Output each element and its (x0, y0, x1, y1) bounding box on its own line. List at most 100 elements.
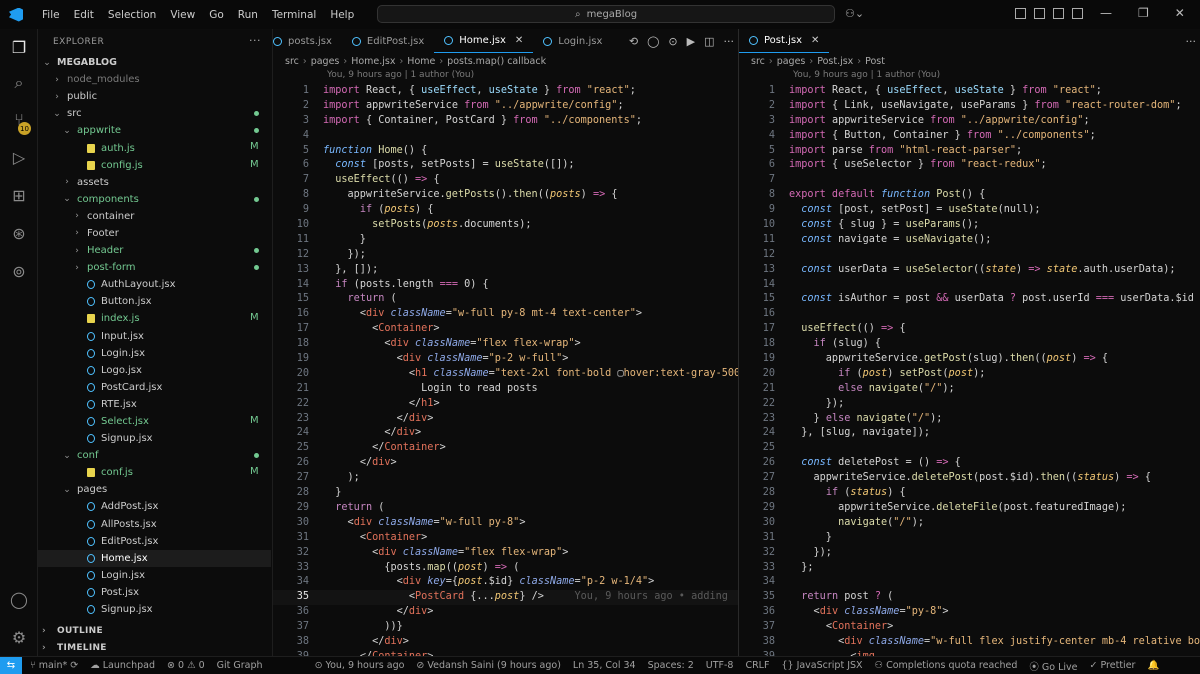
breadcrumb-item[interactable]: src (751, 56, 765, 67)
branch-status[interactable]: ⑂ main* ⟳ (30, 660, 78, 671)
search-icon[interactable]: ⌕ (9, 73, 29, 93)
timeline-nav-icon[interactable]: ⟲ (629, 35, 638, 48)
file-item[interactable]: conf.js M (38, 464, 271, 481)
close-icon[interactable]: ✕ (1175, 6, 1185, 20)
close-icon[interactable]: ✕ (515, 35, 523, 46)
git-graph-icon[interactable]: ⊛ (9, 223, 29, 243)
timeline-section[interactable]: › TIMELINE (38, 639, 107, 656)
layout-toggle-icon[interactable] (1015, 8, 1026, 19)
breadcrumb-item[interactable]: posts.map() callback (447, 56, 546, 67)
go-live-status[interactable]: ⦿ Go Live (1029, 659, 1077, 673)
file-item[interactable]: config.js M (38, 157, 271, 174)
prettier-status[interactable]: ✓ Prettier (1090, 660, 1136, 671)
eol-status[interactable]: CRLF (745, 660, 769, 671)
folder-item[interactable]: › public (38, 88, 271, 105)
problems-status[interactable]: ⊗ 0 ⚠ 0 (167, 660, 205, 671)
breadcrumb-item[interactable]: Home (407, 56, 435, 67)
menu-help[interactable]: Help (323, 9, 361, 21)
folder-item[interactable]: ⌄ conf (38, 447, 271, 464)
file-item[interactable]: AddPost.jsx (38, 498, 271, 515)
file-item[interactable]: AuthLayout.jsx (38, 276, 271, 293)
git-graph-status[interactable]: Git Graph (217, 660, 263, 671)
file-item[interactable]: Button.jsx (38, 293, 271, 310)
folder-item[interactable]: › assets (38, 174, 271, 191)
file-item[interactable]: Login.jsx (38, 567, 271, 584)
restore-icon[interactable]: ❐ (1138, 6, 1149, 20)
more-actions-icon[interactable]: ··· (1186, 35, 1197, 48)
breadcrumb-item[interactable]: Post.jsx (817, 56, 853, 67)
breadcrumb-item[interactable]: Post (865, 56, 885, 67)
folder-item[interactable]: › Footer (38, 225, 271, 242)
code-area-right[interactable]: 1 import React, { useEffect, useState } f… (739, 84, 1200, 656)
folder-item[interactable]: › node_modules (38, 71, 271, 88)
code-area-left[interactable]: 1 import React, { useEffect, useState } f… (273, 84, 738, 656)
close-icon[interactable]: ✕ (811, 35, 819, 46)
menu-edit[interactable]: Edit (67, 9, 101, 21)
file-item[interactable]: Input.jsx (38, 328, 271, 345)
menu-go[interactable]: Go (202, 9, 231, 21)
remote-indicator-icon[interactable]: ⇆ (0, 656, 22, 674)
codelens-blame-right[interactable]: You, 9 hours ago | 1 author (You) (739, 70, 1200, 84)
menu-view[interactable]: View (163, 9, 202, 21)
folder-item[interactable]: ⌄ pages (38, 481, 271, 498)
indentation-status[interactable]: Spaces: 2 (648, 660, 694, 671)
editor-tab[interactable]: Post.jsx ✕ (739, 29, 830, 53)
outline-section[interactable]: › OUTLINE (38, 622, 103, 639)
sidebar-toggle-icon[interactable] (1034, 8, 1045, 19)
more-actions-icon[interactable]: ··· (724, 35, 735, 48)
folder-item[interactable]: › container (38, 208, 271, 225)
file-item[interactable]: PostCard.jsx (38, 379, 271, 396)
breadcrumb-item[interactable]: pages (311, 56, 340, 67)
editor-tab[interactable]: posts.jsx (273, 29, 342, 53)
file-item[interactable]: RTE.jsx (38, 396, 271, 413)
panel-toggle-icon[interactable] (1053, 8, 1064, 19)
file-item[interactable]: Signup.jsx (38, 601, 271, 618)
menu-selection[interactable]: Selection (101, 9, 163, 21)
file-item[interactable]: Signup.jsx (38, 430, 271, 447)
menu-run[interactable]: Run (231, 9, 265, 21)
file-item[interactable]: Login.jsx (38, 345, 271, 362)
file-item[interactable]: auth.js M (38, 139, 271, 156)
secondary-sidebar-toggle-icon[interactable] (1072, 8, 1083, 19)
copilot-status[interactable]: ⚇ Completions quota reached (875, 660, 1018, 671)
file-item[interactable]: Select.jsx M (38, 413, 271, 430)
folder-item[interactable]: › Header (38, 242, 271, 259)
remote-explorer-icon[interactable]: ⊚ (9, 261, 29, 281)
launchpad-status[interactable]: ☁ Launchpad (90, 660, 155, 671)
explorer-icon[interactable]: ❐ (9, 37, 29, 57)
menu-file[interactable]: File (35, 9, 67, 21)
editor-tab[interactable]: Home.jsx ✕ (434, 29, 534, 53)
run-code-icon[interactable]: ▶ (687, 35, 695, 48)
editor-tab[interactable]: EditPost.jsx (342, 29, 434, 53)
notifications-bell-icon[interactable]: 🔔 (1147, 660, 1159, 671)
settings-gear-icon[interactable]: ⚙ (9, 627, 29, 647)
language-mode[interactable]: {} JavaScript JSX (781, 660, 862, 671)
open-changes-icon[interactable]: ⊙ (668, 35, 677, 48)
file-item[interactable]: index.js M (38, 310, 271, 327)
extensions-icon[interactable]: ⊞ (9, 185, 29, 205)
folder-item[interactable]: ⌄ appwrite (38, 122, 271, 139)
codelens-blame-left[interactable]: You, 9 hours ago | 1 author (You) (273, 70, 738, 84)
account-icon[interactable]: ◯ (9, 589, 29, 609)
folder-item[interactable]: ⌄ src (38, 105, 271, 122)
breadcrumb-item[interactable]: src (285, 56, 299, 67)
breadcrumb-item[interactable]: Home.jsx (351, 56, 395, 67)
breadcrumb-item[interactable]: pages (777, 56, 806, 67)
file-item[interactable]: AllPosts.jsx (38, 516, 271, 533)
folder-item[interactable]: › post-form (38, 259, 271, 276)
file-item[interactable]: Home.jsx (38, 549, 271, 567)
copilot-icon[interactable]: ⚇⌄ (845, 7, 864, 20)
author-status[interactable]: ⊘ Vedansh Saini (9 hours ago) (416, 660, 561, 671)
split-editor-icon[interactable]: ◫ (704, 35, 714, 48)
file-item[interactable]: Post.jsx (38, 584, 271, 601)
blame-status[interactable]: ⊙ You, 9 hours ago (315, 660, 405, 671)
run-debug-icon[interactable]: ▷ (9, 147, 29, 167)
cursor-position[interactable]: Ln 35, Col 34 (573, 660, 636, 671)
workspace-root[interactable]: ⌄ MEGABLOG (38, 54, 271, 71)
command-center-search[interactable]: ⌕ megaBlog (377, 5, 835, 23)
encoding-status[interactable]: UTF-8 (706, 660, 734, 671)
file-item[interactable]: Logo.jsx (38, 362, 271, 379)
minimize-icon[interactable]: — (1100, 6, 1112, 20)
compare-icon[interactable]: ◯ (647, 35, 659, 48)
editor-tab[interactable]: Login.jsx (533, 29, 612, 53)
